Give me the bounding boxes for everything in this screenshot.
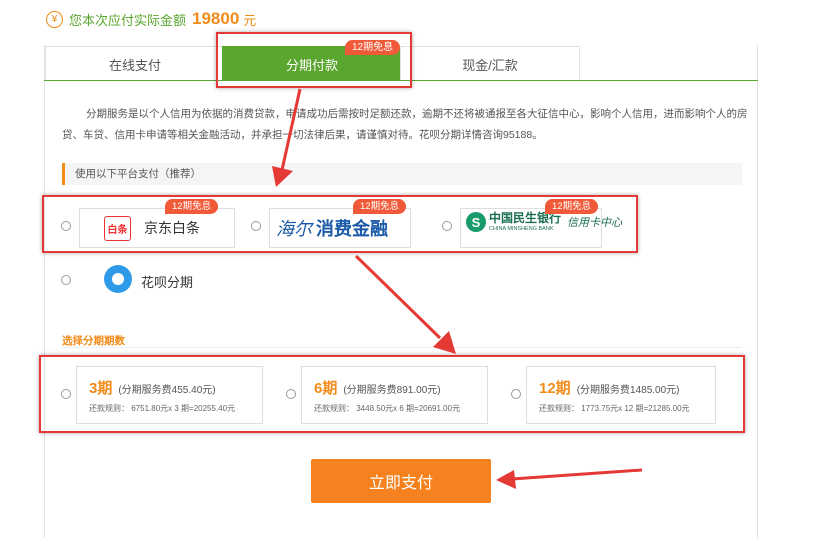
- amount-unit: 元: [243, 12, 257, 28]
- yen-icon: ¥: [46, 10, 63, 28]
- annotation-box-tab: [216, 32, 412, 88]
- amount-label: 您本次应付实际金额: [69, 12, 187, 28]
- tab-online-payment[interactable]: 在线支付: [45, 46, 225, 81]
- installment-description: 分期服务是以个人信用为依据的消费贷款，申请成功后需按时足额还款，逾期不还将被通报…: [62, 108, 748, 141]
- pay-now-button[interactable]: 立即支付: [311, 459, 491, 503]
- radio-huabei[interactable]: [61, 275, 71, 285]
- annotation-box-terms: [39, 355, 745, 433]
- payable-amount: ¥ 您本次应付实际金额 19800 元: [46, 8, 256, 30]
- platform-name[interactable]: 花呗分期: [141, 272, 193, 291]
- amount-value: 19800: [192, 9, 240, 28]
- platform-section-title: 使用以下平台支付（推荐）: [62, 163, 742, 185]
- term-section-title: 选择分期期数: [62, 335, 125, 347]
- huabei-icon: [104, 265, 132, 293]
- tab-cash-remittance[interactable]: 现金/汇款: [400, 46, 580, 81]
- divider: [62, 347, 742, 348]
- annotation-box-platforms: [42, 195, 638, 253]
